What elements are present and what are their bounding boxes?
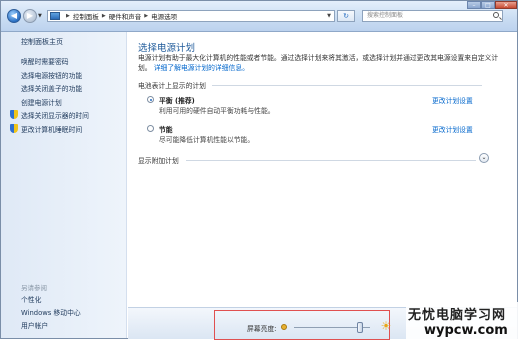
- plan-power-saver-radio[interactable]: [147, 125, 154, 132]
- search-input[interactable]: 搜索控制面板: [362, 10, 503, 22]
- refresh-button[interactable]: ↻: [337, 10, 355, 22]
- sidebar-item-display-off[interactable]: 选择关闭显示器的时间: [9, 110, 89, 124]
- sidebar-task-list: 唤醒时需要密码 选择电源按钮的功能 选择关闭盖子的功能 创建电源计划 选择关闭显…: [10, 56, 89, 137]
- sidebar-home-link[interactable]: 控制面板主页: [21, 37, 63, 47]
- sidebar-item-sleep-time[interactable]: 更改计算机睡眠时间: [9, 123, 89, 138]
- control-panel-window: ◀ ▶ ▼ ▶ 控制面板 ▶ 硬件和声音 ▶ 电源选项 ▼ ↻ 搜索控制面板 –…: [0, 0, 518, 340]
- dim-sun-icon: [281, 324, 287, 330]
- breadcrumb-control-panel[interactable]: 控制面板: [73, 11, 99, 21]
- change-plan-settings-link[interactable]: 更改计划设置: [432, 124, 473, 134]
- sidebar-item-label: 选择关闭显示器的时间: [21, 112, 89, 120]
- watermark: 无忧电脑学习网 wypcw.com: [406, 302, 518, 340]
- plan-name[interactable]: 节能: [159, 124, 173, 134]
- forward-button[interactable]: ▶: [23, 9, 37, 23]
- section-heading: 电池表计上显示的计划: [138, 82, 206, 90]
- shield-icon: [10, 110, 18, 119]
- sidebar-item-power-button[interactable]: 选择电源按钮的功能: [21, 70, 89, 84]
- address-dropdown-icon[interactable]: ▼: [327, 13, 334, 19]
- plan-balanced-radio[interactable]: [147, 96, 154, 103]
- page-description: 电源计划有助于最大化计算机的性能或者节能。通过选择计划来将其激活，或选择计划并通…: [138, 54, 503, 73]
- see-also-user-accounts[interactable]: 用户帐户: [21, 320, 81, 333]
- brightness-label: 屏幕亮度:: [247, 325, 277, 333]
- plan-details-link[interactable]: 详细了解电源计划的详细信息。: [154, 64, 249, 72]
- bright-sun-icon: ☀: [380, 319, 392, 333]
- see-also-personalization[interactable]: 个性化: [21, 294, 81, 307]
- search-placeholder: 搜索控制面板: [367, 12, 404, 19]
- watermark-url: wypcw.com: [424, 323, 508, 338]
- sidebar-item-lid-close[interactable]: 选择关闭盖子的功能: [21, 83, 89, 97]
- breadcrumb-separator-icon[interactable]: ▶: [102, 13, 106, 19]
- sidebar-item-label: 更改计算机睡眠时间: [21, 125, 83, 134]
- plan-description: 利用可用的硬件自动平衡功耗与性能。: [159, 107, 275, 115]
- breadcrumb-power-options[interactable]: 电源选项: [151, 11, 177, 21]
- breadcrumb[interactable]: ▶ 控制面板 ▶ 硬件和声音 ▶ 电源选项 ▼: [47, 10, 335, 22]
- brightness-highlight: [214, 310, 390, 340]
- watermark-title: 无忧电脑学习网: [408, 308, 507, 323]
- minimize-button[interactable]: –: [467, 1, 481, 9]
- back-button[interactable]: ◀: [7, 9, 21, 23]
- show-additional-plans[interactable]: 显示附加计划: [138, 155, 179, 165]
- chevron-down-icon[interactable]: ⌄: [479, 153, 489, 163]
- history-dropdown-icon[interactable]: ▼: [38, 13, 42, 19]
- brightness-slider-thumb[interactable]: [357, 322, 364, 333]
- control-panel-icon: [50, 12, 60, 20]
- maximize-button[interactable]: □: [481, 1, 495, 9]
- sidebar-item-require-password[interactable]: 唤醒时需要密码: [21, 56, 89, 70]
- search-icon[interactable]: [493, 12, 499, 18]
- sidebar: 控制面板主页 唤醒时需要密码 选择电源按钮的功能 选择关闭盖子的功能 创建电源计…: [1, 32, 127, 338]
- see-also-mobility-center[interactable]: Windows 移动中心: [21, 307, 81, 320]
- breadcrumb-separator-icon[interactable]: ▶: [66, 13, 70, 19]
- main-content: 选择电源计划 电源计划有助于最大化计算机的性能或者节能。通过选择计划来将其激活，…: [128, 32, 517, 338]
- breadcrumb-hardware-sound[interactable]: 硬件和声音: [109, 11, 142, 21]
- see-also-list: 个性化 Windows 移动中心 用户帐户: [21, 294, 81, 333]
- plan-name[interactable]: 平衡 (推荐): [159, 95, 195, 105]
- sidebar-item-create-plan[interactable]: 创建电源计划: [21, 97, 89, 111]
- section-divider: [212, 85, 482, 86]
- change-plan-settings-link[interactable]: 更改计划设置: [432, 95, 473, 105]
- plan-description: 尽可能降低计算机性能以节能。: [159, 136, 255, 144]
- address-bar: ◀ ▶ ▼ ▶ 控制面板 ▶ 硬件和声音 ▶ 电源选项 ▼ ↻ 搜索控制面板 –…: [1, 1, 517, 32]
- close-button[interactable]: ✕: [495, 1, 517, 9]
- section-divider: [186, 160, 476, 161]
- shield-icon: [10, 123, 18, 133]
- breadcrumb-separator-icon[interactable]: ▶: [144, 13, 148, 19]
- page-title: 选择电源计划: [138, 43, 196, 54]
- see-also-heading: 另请参阅: [21, 284, 47, 292]
